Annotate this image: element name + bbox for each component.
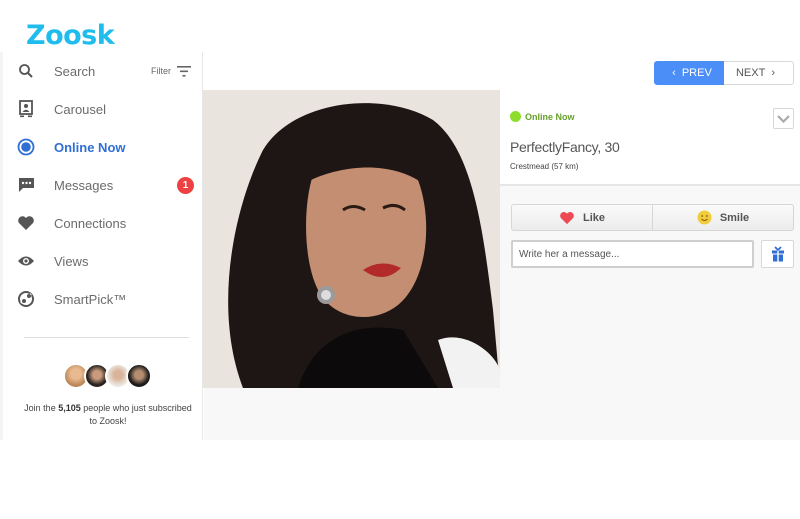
sidebar-item-label: SmartPick™ (54, 291, 127, 307)
heart-icon (16, 213, 36, 233)
eye-icon (16, 251, 36, 271)
chevron-right-icon: › (771, 67, 775, 79)
pager: ‹ PREV NEXT › (654, 61, 794, 85)
sidebar-item-connections[interactable]: Connections (3, 204, 203, 242)
filter-button[interactable]: Filter (151, 65, 191, 77)
promo-prefix: Join the (24, 403, 59, 413)
sidebar-item-label: Search (54, 63, 96, 79)
smile-label: Smile (719, 211, 750, 224)
gift-icon (771, 246, 784, 262)
sidebar-item-label: Carousel (54, 101, 107, 117)
sidebar: Search Filter Carousel Online Now Messag… (0, 52, 203, 440)
online-status-label: Online Now (525, 111, 575, 122)
sidebar-item-label: Views (54, 253, 89, 269)
message-input[interactable] (511, 240, 754, 268)
promo-suffix: people who just subscribed to Zoosk! (80, 403, 192, 426)
sidebar-item-messages[interactable]: Messages 1 (3, 166, 203, 204)
chevron-left-icon: ‹ (672, 67, 676, 79)
sidebar-item-label: Messages (54, 177, 114, 193)
next-button[interactable]: NEXT › (724, 61, 794, 85)
like-label: Like (582, 211, 605, 224)
profile-photo[interactable] (203, 90, 500, 388)
sidebar-item-smartpick[interactable]: SmartPick™ (3, 280, 203, 318)
sidebar-item-search[interactable]: Search Filter (3, 52, 203, 90)
online-now-icon (16, 137, 36, 157)
online-dot-icon (510, 111, 521, 122)
prev-button[interactable]: ‹ PREV (654, 61, 724, 85)
profile-options-button[interactable] (773, 108, 794, 129)
zoosk-logo[interactable]: Zoosk (26, 20, 115, 51)
subscriber-avatars (63, 363, 152, 389)
next-label: NEXT (735, 67, 766, 79)
online-status: Online Now (510, 111, 575, 122)
filter-label: Filter (151, 66, 171, 76)
chevron-down-icon (777, 114, 790, 123)
subscriber-count: 5,105 (58, 403, 81, 413)
smartpick-icon (16, 289, 36, 309)
sidebar-divider (24, 337, 189, 338)
subscribe-promo: Join the 5,105 people who just subscribe… (23, 402, 193, 428)
action-buttons: Like Smile (511, 204, 794, 231)
profile-name-age[interactable]: PerfectlyFancy, 30 (510, 139, 620, 155)
sidebar-item-carousel[interactable]: Carousel (3, 90, 203, 128)
carousel-icon (16, 99, 36, 119)
smile-button[interactable]: Smile (652, 205, 793, 230)
unread-badge: 1 (177, 176, 194, 194)
filter-icon (177, 65, 191, 77)
like-button[interactable]: Like (512, 205, 652, 230)
sidebar-item-online-now[interactable]: Online Now (3, 128, 203, 166)
sidebar-item-views[interactable]: Views (3, 242, 203, 280)
profile-card: Online Now PerfectlyFancy, 30 Crestmead … (500, 92, 800, 186)
avatar (126, 363, 152, 389)
gift-button[interactable] (761, 240, 794, 268)
heart-icon (560, 211, 574, 224)
sidebar-item-label: Connections (54, 215, 127, 231)
profile-location: Crestmead (57 km) (510, 162, 579, 171)
sidebar-item-label: Online Now (54, 139, 126, 155)
search-icon (16, 61, 36, 81)
prev-label: PREV (681, 67, 712, 79)
smiley-icon (697, 210, 712, 225)
messages-icon (16, 175, 36, 195)
